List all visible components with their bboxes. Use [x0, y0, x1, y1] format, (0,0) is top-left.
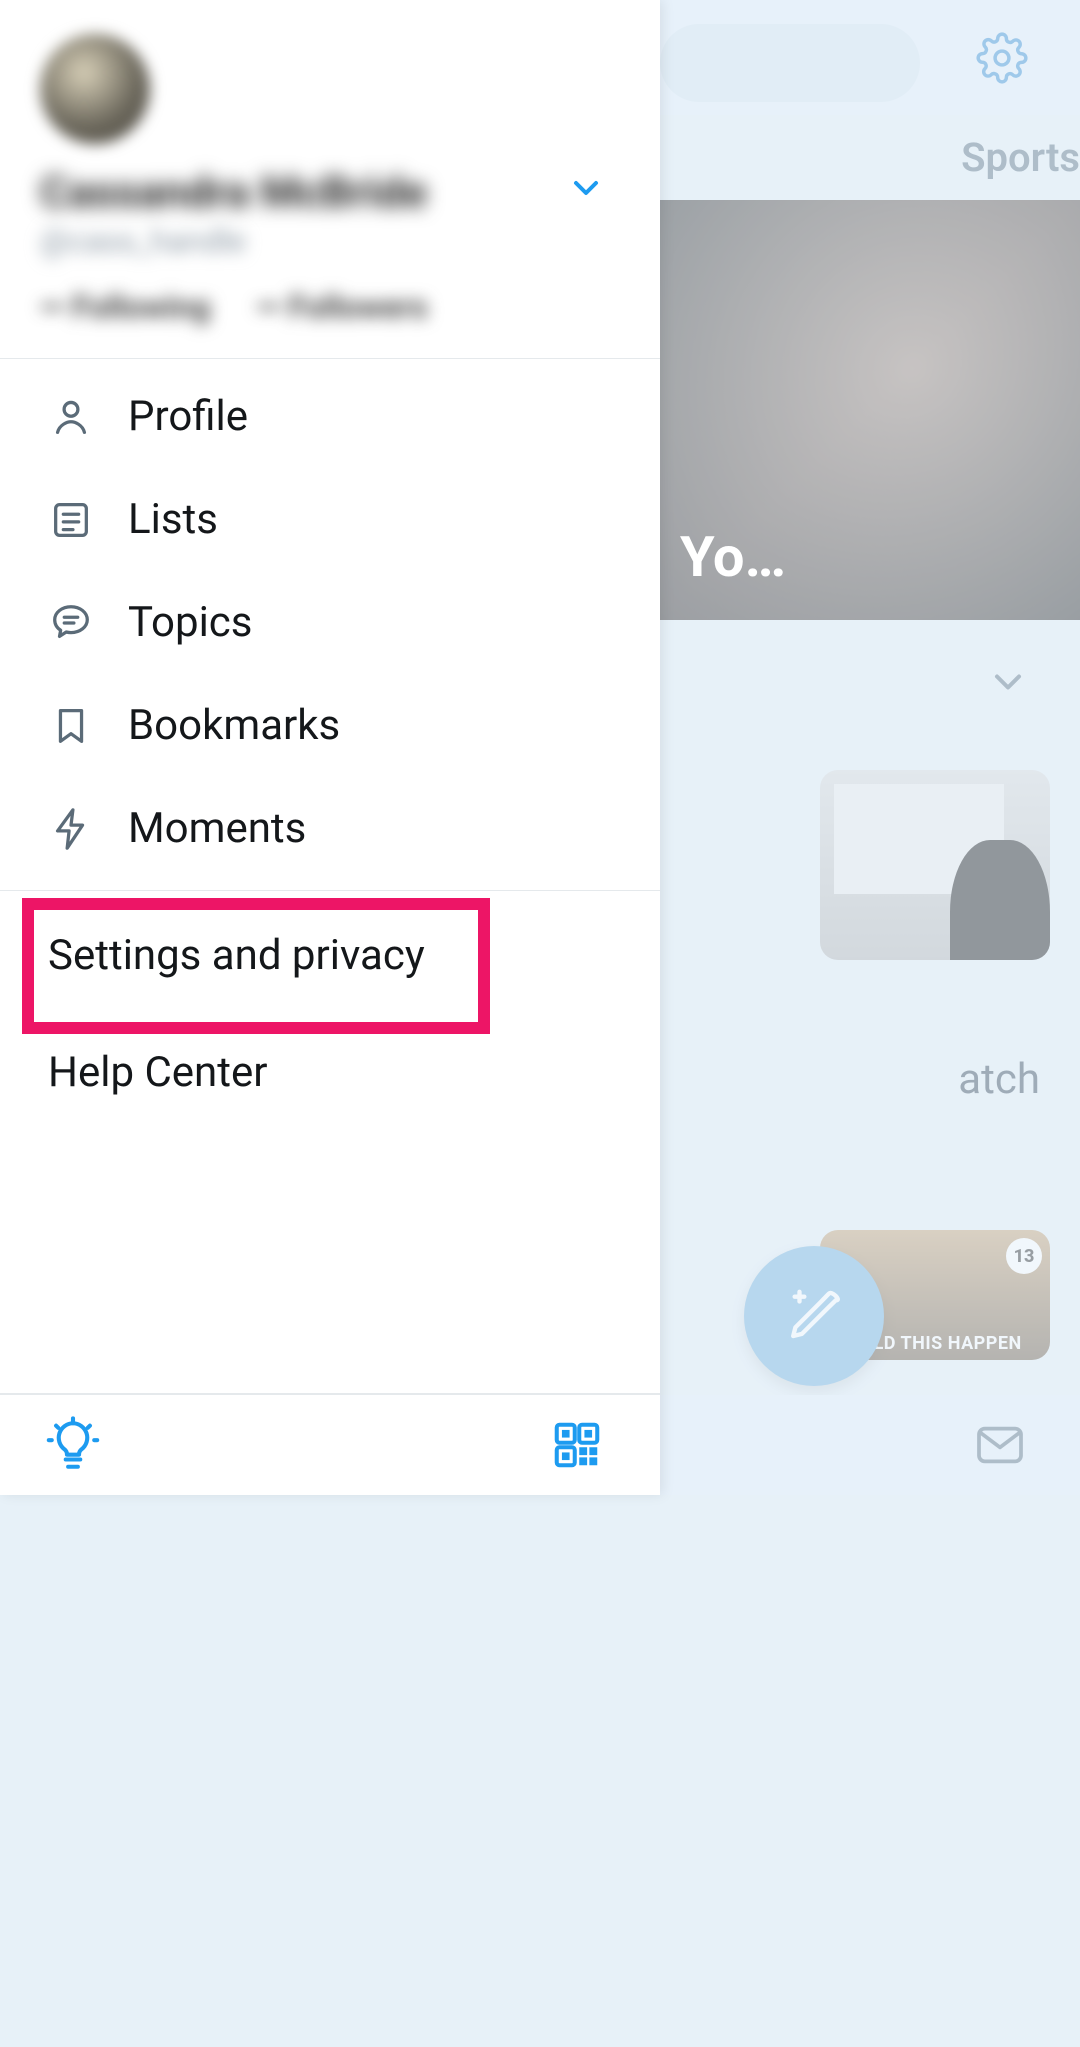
- lightning-icon: [48, 806, 94, 852]
- menu-lists-label: Lists: [128, 495, 218, 544]
- user-handle: @cass_handle: [40, 222, 620, 260]
- menu-help-label: Help Center: [48, 1048, 268, 1097]
- compose-tweet-button[interactable]: [744, 1246, 884, 1386]
- drawer-footer: [0, 1393, 660, 1495]
- topic-icon: [48, 600, 94, 646]
- hero-card[interactable]: Yo…: [660, 200, 1080, 620]
- menu-profile-label: Profile: [128, 392, 248, 441]
- bottom-nav: [660, 1395, 1080, 1495]
- channel-badge: 13: [1006, 1238, 1042, 1274]
- chevron-down-icon[interactable]: [986, 660, 1030, 704]
- follow-stats[interactable]: — Following — Followers: [40, 288, 620, 326]
- menu-bookmarks-label: Bookmarks: [128, 701, 340, 750]
- menu-moments[interactable]: Moments: [0, 777, 660, 880]
- menu-topics-label: Topics: [128, 598, 252, 647]
- drawer-menu: Profile Lists Topics Bookmarks: [0, 359, 660, 1124]
- bookmark-icon: [48, 703, 94, 749]
- menu-settings-label: Settings and privacy: [48, 931, 425, 980]
- hero-headline: Yo…: [680, 524, 786, 590]
- person-icon: [48, 394, 94, 440]
- news-thumbnail-1[interactable]: [820, 770, 1050, 960]
- side-drawer: Cassandra McBride @cass_handle — Followi…: [0, 0, 660, 1495]
- list-icon: [48, 497, 94, 543]
- mail-icon[interactable]: [972, 1417, 1028, 1473]
- menu-profile[interactable]: Profile: [0, 365, 660, 468]
- tab-sports-label: Sports: [961, 134, 1080, 181]
- menu-moments-label: Moments: [128, 804, 306, 853]
- tab-sports[interactable]: Sports: [961, 125, 1080, 190]
- menu-bookmarks[interactable]: Bookmarks: [0, 674, 660, 777]
- menu-help-center[interactable]: Help Center: [0, 1020, 660, 1124]
- search-pill[interactable]: [660, 24, 920, 102]
- qr-icon[interactable]: [550, 1418, 604, 1472]
- menu-lists[interactable]: Lists: [0, 468, 660, 571]
- watch-label-partial: atch: [958, 1055, 1040, 1104]
- drawer-header: Cassandra McBride @cass_handle — Followi…: [0, 0, 660, 359]
- avatar[interactable]: [40, 34, 150, 144]
- menu-topics[interactable]: Topics: [0, 571, 660, 674]
- gear-icon[interactable]: [976, 32, 1028, 84]
- menu-settings-and-privacy[interactable]: Settings and privacy: [0, 891, 660, 1020]
- bulb-icon[interactable]: [44, 1416, 102, 1474]
- display-name: Cassandra McBride: [40, 166, 620, 218]
